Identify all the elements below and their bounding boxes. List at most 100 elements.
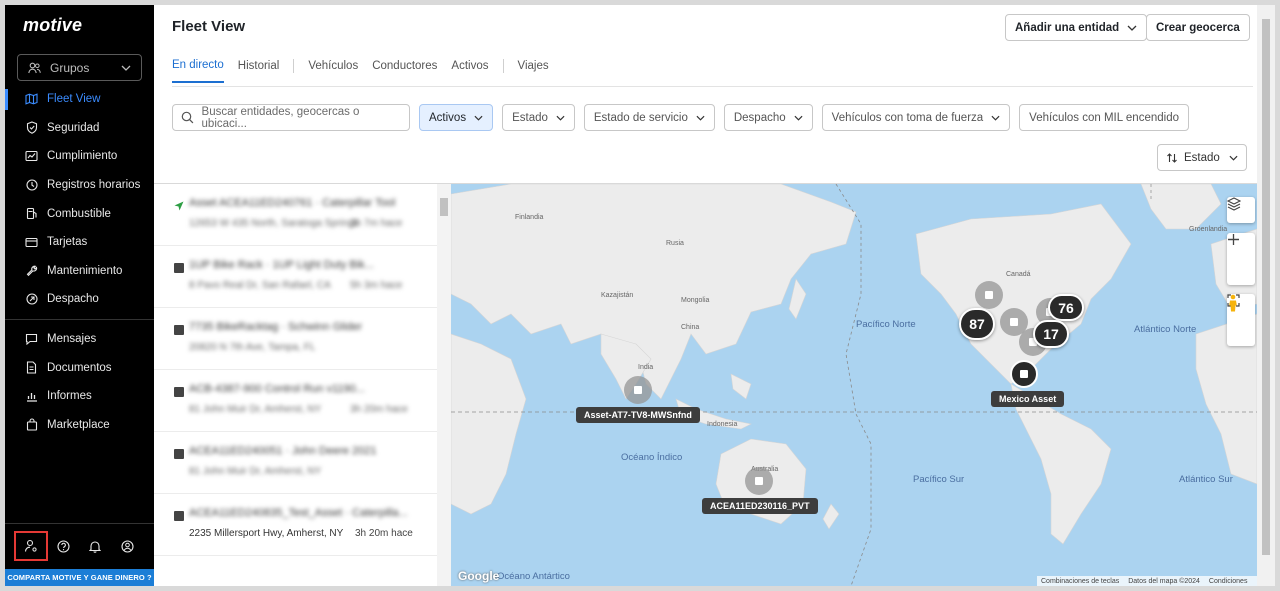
filter-label: Estado de servicio <box>593 111 688 124</box>
list-item-address: 8 Pavo Real Dr, San Rafael, CA <box>189 280 331 291</box>
filter-mil-vehicles[interactable]: Vehículos con MIL encendido <box>1019 104 1189 131</box>
sidebar-item-fleet-view[interactable]: Fleet View <box>5 85 154 114</box>
sidebar-item-registros-horarios[interactable]: Registros horarios <box>5 171 154 200</box>
help-icon[interactable] <box>47 532 79 560</box>
message-icon <box>25 333 38 346</box>
main-content: Fleet View Añadir una entidad Crear geoc… <box>154 5 1275 586</box>
list-item[interactable]: ACEA11ED240835_Test_Asset · Caterpilla..… <box>154 494 437 556</box>
list-item-title: ACEA11ED240835_Test_Asset · Caterpilla..… <box>189 507 408 519</box>
account-icon[interactable] <box>111 532 143 560</box>
stopped-square-icon <box>174 449 184 459</box>
tabs-underline <box>172 86 1253 87</box>
marker-square-icon <box>634 386 642 394</box>
layers-icon[interactable] <box>1227 197 1255 223</box>
dispatch-icon <box>25 293 38 306</box>
sidebar: motive Grupos Fleet View Seguridad Cumpl… <box>5 5 154 586</box>
sort-label: Estado <box>1184 151 1220 164</box>
tab-en-directo[interactable]: En directo <box>172 59 224 83</box>
sidebar-item-label: Mensajes <box>47 333 97 346</box>
mexico-asset-tag[interactable]: Mexico Asset <box>991 391 1065 407</box>
tab-vehiculos[interactable]: Vehículos <box>308 60 358 82</box>
sidebar-item-marketplace[interactable]: Marketplace <box>5 411 154 440</box>
list-item-title: ACB-4387-900 Control Run v1190... <box>189 383 365 395</box>
list-item[interactable]: ACB-4387-900 Control Run v1190... 81 Joh… <box>154 370 437 432</box>
page-scrollbar[interactable] <box>1257 5 1275 586</box>
sidebar-item-cumplimiento[interactable]: Cumplimiento <box>5 142 154 171</box>
filter-despacho[interactable]: Despacho <box>723 104 813 131</box>
list-scrollbar[interactable] <box>437 184 451 586</box>
world-map-land <box>451 184 1257 586</box>
street-view-pegman-icon[interactable] <box>1227 294 1255 346</box>
search-placeholder: Buscar entidades, geocercas o ubicaci... <box>201 105 360 130</box>
terms-link[interactable]: Condiciones <box>1209 578 1248 585</box>
tab-activos[interactable]: Activos <box>451 60 488 82</box>
asset-marker[interactable] <box>624 376 652 404</box>
map-label-finlandia: Finlandia <box>515 214 544 221</box>
sidebar-item-despacho[interactable]: Despacho <box>5 285 154 314</box>
list-item-time: 3h 20m hace <box>355 528 413 539</box>
map-view-control <box>1227 294 1255 346</box>
sidebar-item-combustible[interactable]: Combustible <box>5 199 154 228</box>
list-item[interactable]: ACEA11ED240051 · John Deere 2021 81 John… <box>154 432 437 494</box>
tab-conductores[interactable]: Conductores <box>372 60 437 82</box>
map-icon <box>25 93 38 106</box>
map-zoom-control <box>1227 233 1255 285</box>
sidebar-item-label: Registros horarios <box>47 179 141 192</box>
filter-pto-vehicles[interactable]: Vehículos con toma de fuerza <box>821 104 1011 131</box>
cluster-marker[interactable]: 87 <box>959 308 995 340</box>
cluster-marker[interactable]: 17 <box>1033 320 1069 348</box>
user-settings-icon[interactable] <box>14 531 48 561</box>
sidebar-item-label: Documentos <box>47 361 112 374</box>
sidebar-item-mensajes[interactable]: Mensajes <box>5 325 154 354</box>
asset-marker[interactable] <box>745 467 773 495</box>
zoom-out-icon[interactable] <box>1227 238 1255 285</box>
list-item-address: 81 John Muir Dr, Amherst, NY <box>189 466 322 477</box>
filter-estado[interactable]: Estado <box>502 104 575 131</box>
sort-dropdown[interactable]: Estado <box>1157 144 1247 171</box>
keyboard-shortcuts-link[interactable]: Combinaciones de teclas <box>1041 578 1119 585</box>
groups-dropdown[interactable]: Grupos <box>17 54 142 81</box>
list-item-time: 3h 7m hace <box>350 218 403 229</box>
list-item-address: 2235 Millersport Hwy, Amherst, NY <box>189 528 344 539</box>
map-layers-control[interactable] <box>1227 197 1255 223</box>
chevron-down-icon <box>794 115 803 121</box>
app-frame: motive Grupos Fleet View Seguridad Cumpl… <box>0 0 1280 591</box>
filter-activos[interactable]: Activos <box>419 104 494 131</box>
list-item-title: Asset ACEA11ED240761 · Caterpillar Tool <box>189 197 396 209</box>
search-input[interactable]: Buscar entidades, geocercas o ubicaci... <box>172 104 410 131</box>
asset-tag-acea[interactable]: ACEA11ED230116_PVT <box>702 498 818 514</box>
fuel-icon <box>25 207 38 220</box>
map-label-canada: Canadá <box>1006 271 1031 278</box>
sidebar-item-informes[interactable]: Informes <box>5 382 154 411</box>
referral-banner[interactable]: COMPARTA MOTIVE Y GANE DINERO ? <box>5 569 154 586</box>
add-entity-label: Añadir una entidad <box>1015 21 1120 34</box>
sidebar-utility-bar <box>14 531 150 561</box>
tab-divider <box>502 59 504 73</box>
wrench-icon <box>25 264 38 277</box>
cluster-marker[interactable]: 76 <box>1048 294 1084 321</box>
list-scrollbar-thumb[interactable] <box>440 198 448 216</box>
tab-viajes[interactable]: Viajes <box>518 60 549 82</box>
mexico-asset-marker[interactable] <box>1010 360 1038 388</box>
create-geofence-button[interactable]: Crear geocerca <box>1146 14 1250 41</box>
asset-tag-at7[interactable]: Asset-AT7-TV8-MWSnfnd <box>576 407 700 423</box>
filter-estado-servicio[interactable]: Estado de servicio <box>583 104 715 131</box>
sidebar-item-seguridad[interactable]: Seguridad <box>5 114 154 143</box>
map-label-pacifico-sur: Pacífico Sur <box>913 474 965 485</box>
page-scrollbar-thumb[interactable] <box>1262 19 1270 555</box>
sidebar-item-documentos[interactable]: Documentos <box>5 353 154 382</box>
map-label-mongolia: Mongolia <box>681 297 710 304</box>
sidebar-item-mantenimiento[interactable]: Mantenimiento <box>5 257 154 286</box>
list-item[interactable]: 1UP Bike Rack · 1UP Light Duty Bik... 8 … <box>154 246 437 308</box>
list-item[interactable]: 7735 BikeRacktag · Schwinn Glider 20820 … <box>154 308 437 370</box>
sidebar-item-tarjetas[interactable]: Tarjetas <box>5 228 154 257</box>
add-entity-button[interactable]: Añadir una entidad <box>1005 14 1148 41</box>
navigation-arrow-icon <box>174 201 184 211</box>
tab-historial[interactable]: Historial <box>238 60 280 82</box>
asset-group-marker[interactable] <box>975 281 1003 309</box>
fleet-map[interactable]: Pacífico Norte Atlántico Norte Océano Ín… <box>451 184 1257 586</box>
sidebar-item-label: Marketplace <box>47 418 110 431</box>
list-item[interactable]: Asset ACEA11ED240761 · Caterpillar Tool … <box>154 184 437 246</box>
bell-icon[interactable] <box>79 532 111 560</box>
filter-bar: Buscar entidades, geocercas o ubicaci...… <box>172 104 1198 131</box>
